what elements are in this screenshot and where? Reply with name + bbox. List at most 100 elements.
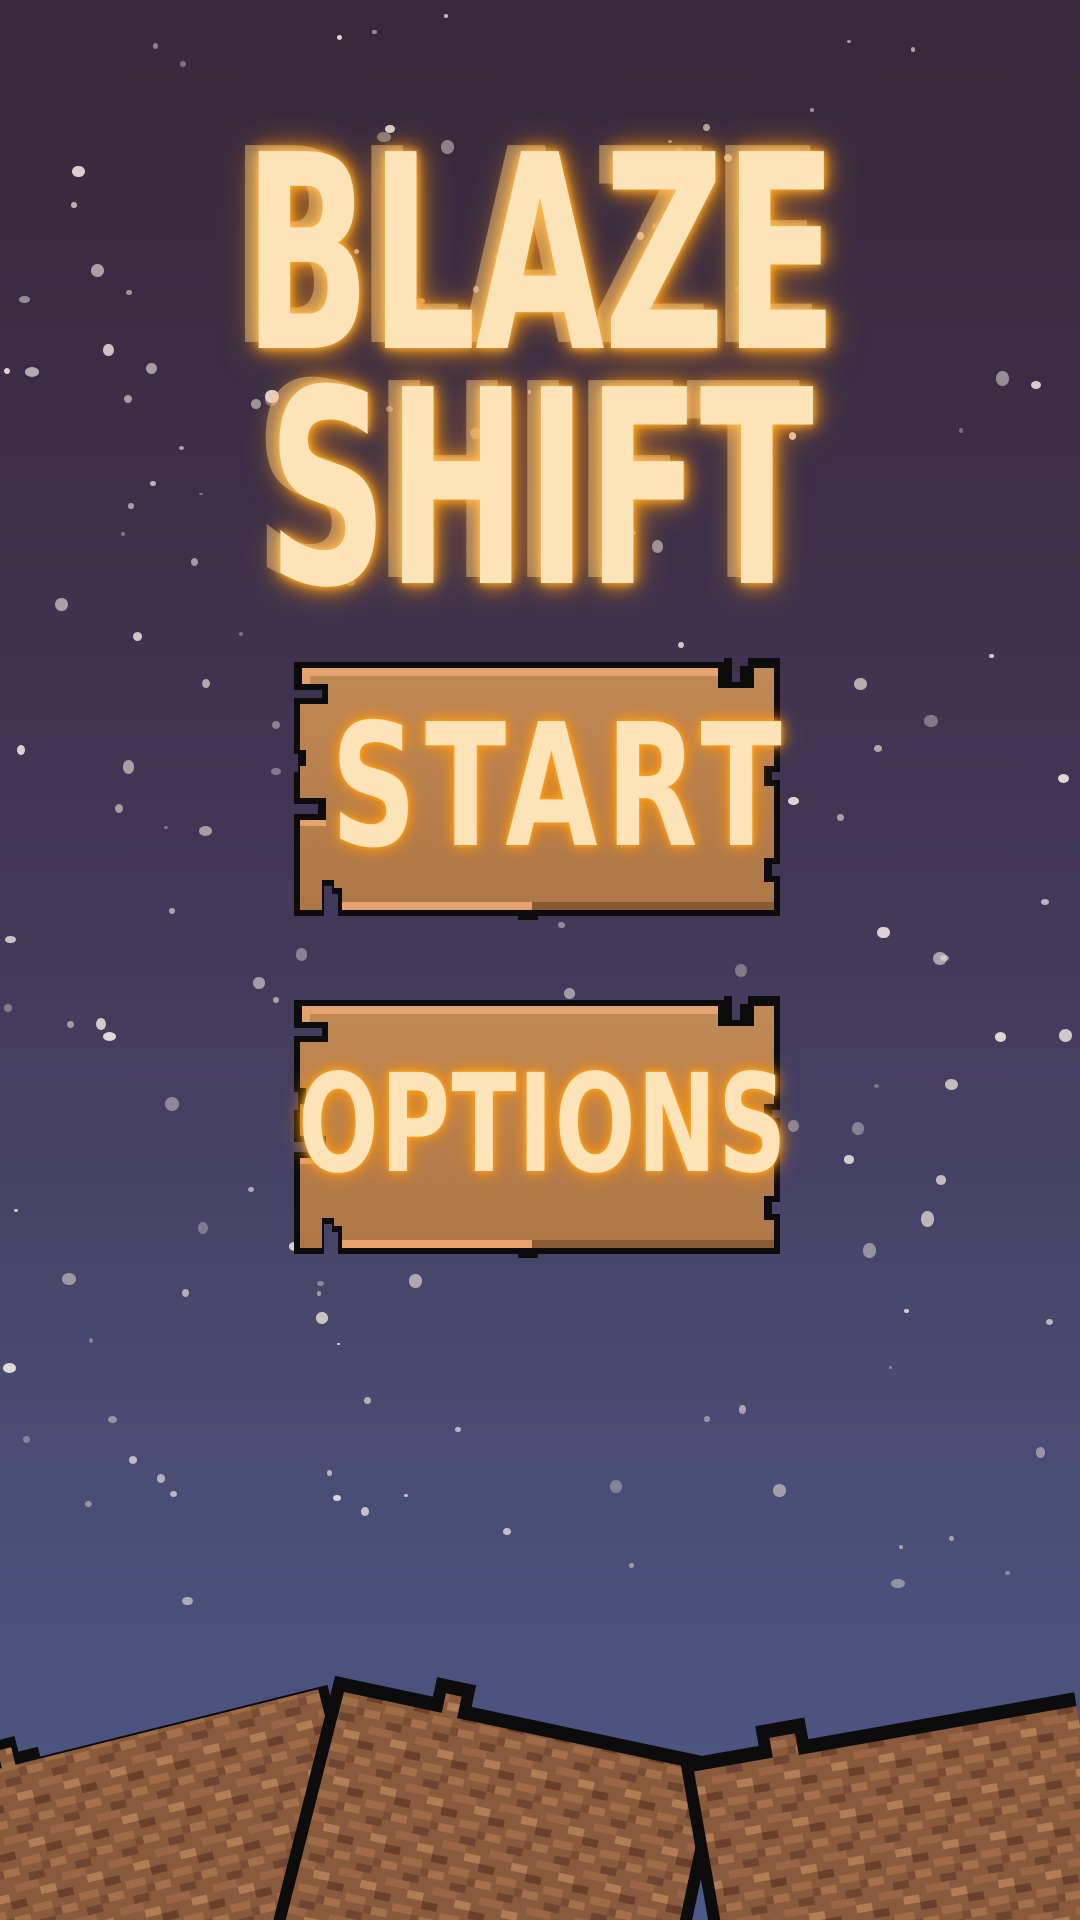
snow-particle [169,907,175,914]
snow-particle [502,1527,512,1536]
snow-particle [995,1032,1007,1042]
snow-particle [863,1243,876,1258]
snow-particle [316,1291,322,1297]
snow-particle [95,1018,106,1030]
snow-particle [122,760,135,775]
snow-particle [179,446,184,451]
snow-particle [854,678,867,691]
snow-particle [1057,774,1069,784]
snow-particle [873,1084,879,1088]
snow-particle [989,653,994,659]
snow-particle [948,1535,955,1542]
snow-particle [409,1274,422,1289]
snow-particle [16,744,26,755]
snow-particle [197,1222,209,1235]
snow-particle [910,46,916,52]
snow-particle [404,1494,409,1498]
snow-particle [128,1456,138,1465]
snow-particle [3,1003,13,1012]
snow-particle [363,1396,371,1404]
snow-particle [326,1470,333,1477]
snow-particle [182,1596,193,1606]
snow-particle [455,1427,461,1432]
snow-particle [202,679,211,689]
snow-particle [787,1119,799,1132]
snow-particle [877,926,890,939]
snow-particle [103,343,114,356]
snow-particle [888,1366,893,1370]
snow-particle [372,29,377,35]
snow-particle [703,1415,711,1423]
snow-particle [150,481,157,486]
snow-particle [114,804,123,814]
game-title-second-line: SHIFT [205,355,875,625]
snow-particle [935,1175,947,1185]
snow-particle [190,557,199,566]
snow-particle [924,714,938,727]
snow-particle [252,976,266,989]
snow-particle [920,1210,935,1227]
start-button[interactable]: START [288,654,784,920]
snow-particle [772,1483,786,1498]
snow-particle [843,1155,855,1164]
snow-particle [1040,898,1049,905]
snow-particle [152,42,159,49]
snow-particle [443,13,448,18]
snow-particle [944,1078,959,1090]
snow-particle [24,367,39,378]
snow-particle [163,826,168,830]
snow-particle [891,1578,905,1589]
snow-particle [3,368,10,375]
snow-particle [271,768,282,776]
snow-particle [67,1021,74,1028]
snow-particle [238,631,243,636]
snow-particle [71,202,77,208]
snow-particle [145,362,157,375]
options-button-label: OPTIONS [297,1046,789,1204]
snow-particle [316,1312,329,1324]
snow-particle [88,1337,94,1344]
snow-particle [180,60,186,67]
snow-particle [123,395,132,404]
snow-particle [199,492,204,496]
snow-particle [316,1280,324,1287]
snow-particle [125,290,133,296]
snow-particle [739,1405,747,1414]
snow-particle [1035,1447,1046,1458]
snow-particle [61,1273,76,1285]
snow-particle [273,996,280,1003]
snow-particle [361,1507,370,1516]
snow-particle [847,39,852,43]
snow-particle [958,428,964,434]
snow-particle [336,34,343,40]
snow-particle [90,264,104,277]
snow-particle [132,632,142,642]
snow-particle [904,1309,909,1313]
snow-particle [19,295,30,304]
snow-particle [85,1500,93,1507]
snow-particle [1004,1571,1010,1575]
snow-particle [128,503,134,509]
snow-particle [933,951,948,965]
snow-particle [22,1435,30,1443]
snow-particle [199,825,213,837]
ground-dirt-blocks [0,1675,1080,1920]
snow-particle [995,370,1010,386]
dirt-block-right [679,1692,1080,1920]
snow-particle [558,922,565,928]
snow-particle [102,1031,117,1042]
snow-particle [272,720,280,729]
snow-particle [1045,1319,1053,1326]
snow-particle [181,1289,190,1298]
snow-particle [156,1474,166,1483]
snow-particle [1030,381,1041,389]
snow-particle [734,963,747,977]
snow-particle [610,1480,623,1494]
snow-particle [1059,1028,1073,1042]
snow-particle [333,1494,341,1501]
snow-particle [874,745,882,752]
snow-particle [170,1490,178,1497]
start-button-label: START [330,688,791,886]
snow-particle [108,1415,118,1423]
options-button[interactable]: OPTIONS [288,992,789,1258]
